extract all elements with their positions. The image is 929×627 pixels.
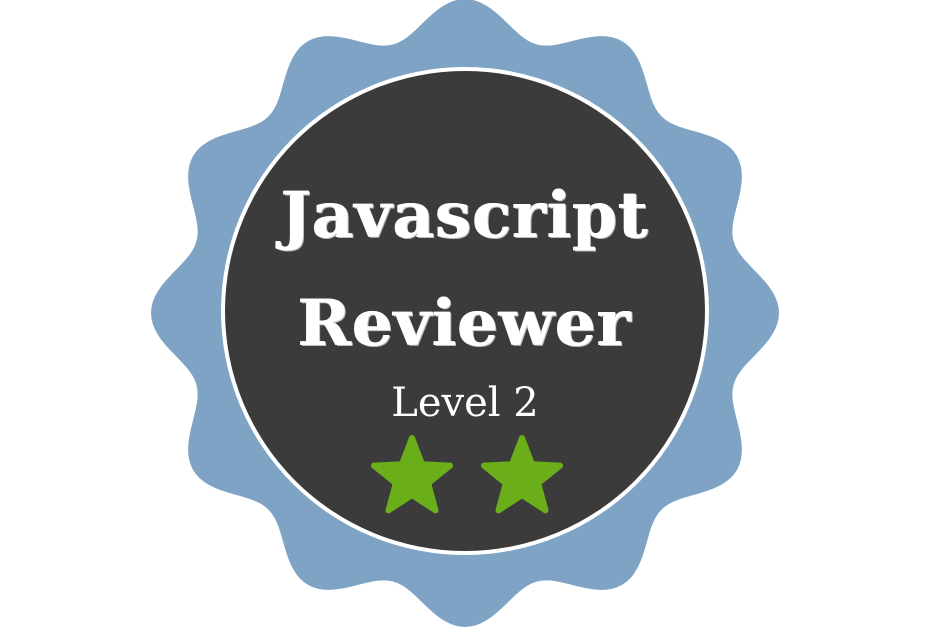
badge-canvas: Javascript Reviewer Level 2: [0, 0, 929, 627]
badge-level-label: Level 2: [391, 380, 539, 426]
badge-title-line-2: Reviewer: [298, 286, 632, 361]
badge-title-line-1: Javascript: [281, 178, 649, 253]
